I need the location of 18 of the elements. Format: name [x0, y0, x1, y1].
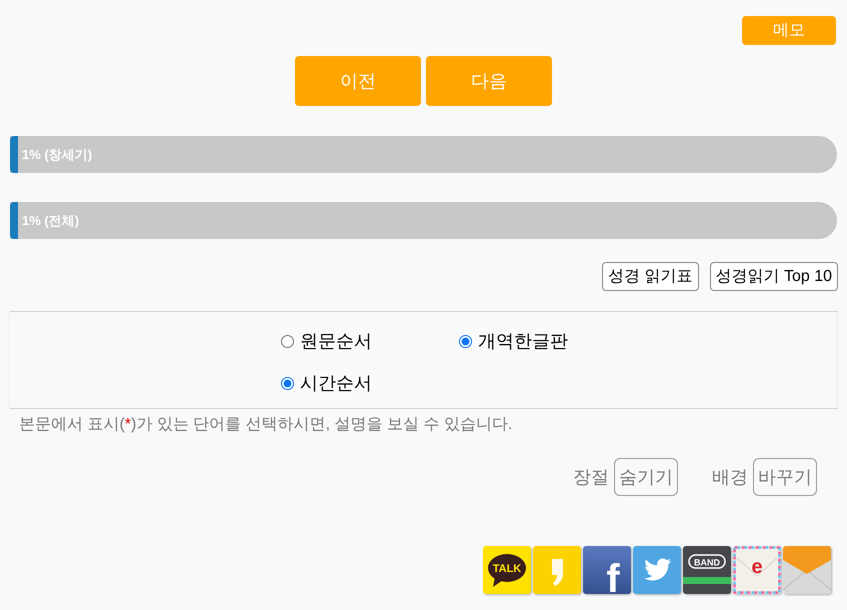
radio-button[interactable] — [281, 376, 294, 390]
toggle-button[interactable]: 숨기기 — [614, 458, 678, 496]
option-label: 개역한글판 — [478, 330, 568, 352]
radio-button[interactable] — [281, 334, 294, 348]
radio-button[interactable] — [459, 334, 472, 348]
note-text: 본문에서 표시(*)가 있는 단어를 선택하시면, 설명을 보실 수 있습니다. — [19, 416, 512, 433]
bird-icon[interactable] — [633, 546, 681, 594]
envelope-e-icon[interactable]: e — [733, 546, 781, 594]
toggle-label: 배경 — [712, 466, 748, 488]
link-button[interactable]: 성경읽기 Top 10 — [710, 262, 838, 291]
option-label: 시간순서 — [300, 372, 372, 394]
link-button[interactable]: 성경 읽기표 — [602, 262, 699, 291]
toggle-label: 장절 — [573, 466, 609, 488]
speech-bubble-icon[interactable]: TALK — [483, 546, 531, 594]
letter-f-icon[interactable]: f — [583, 546, 631, 594]
band-label-icon[interactable]: BAND — [683, 546, 731, 594]
toggle-button[interactable]: 바꾸기 — [753, 458, 817, 496]
option-label: 원문순서 — [300, 330, 372, 352]
